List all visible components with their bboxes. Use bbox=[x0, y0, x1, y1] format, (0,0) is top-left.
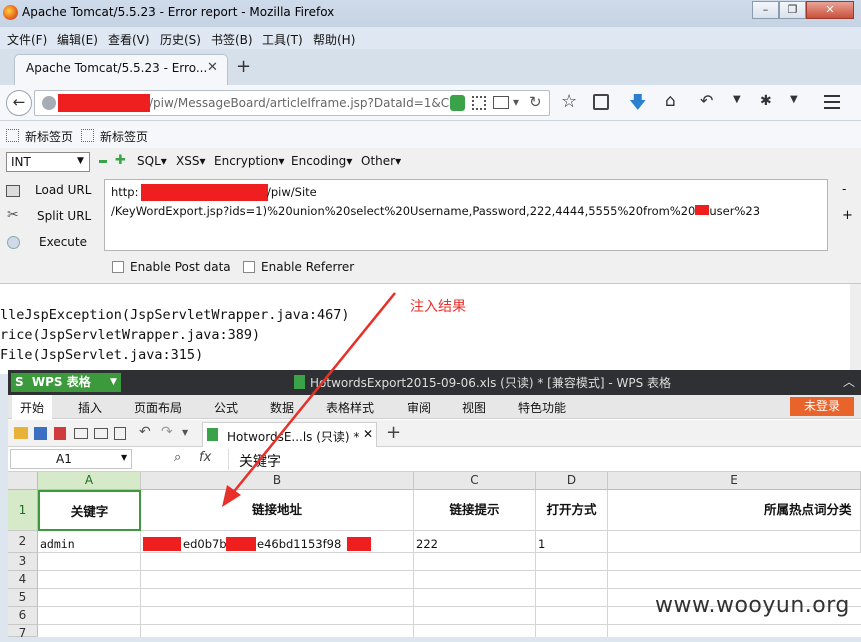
annotation-arrow bbox=[222, 292, 396, 507]
watermark: www.wooyun.org bbox=[655, 593, 850, 618]
